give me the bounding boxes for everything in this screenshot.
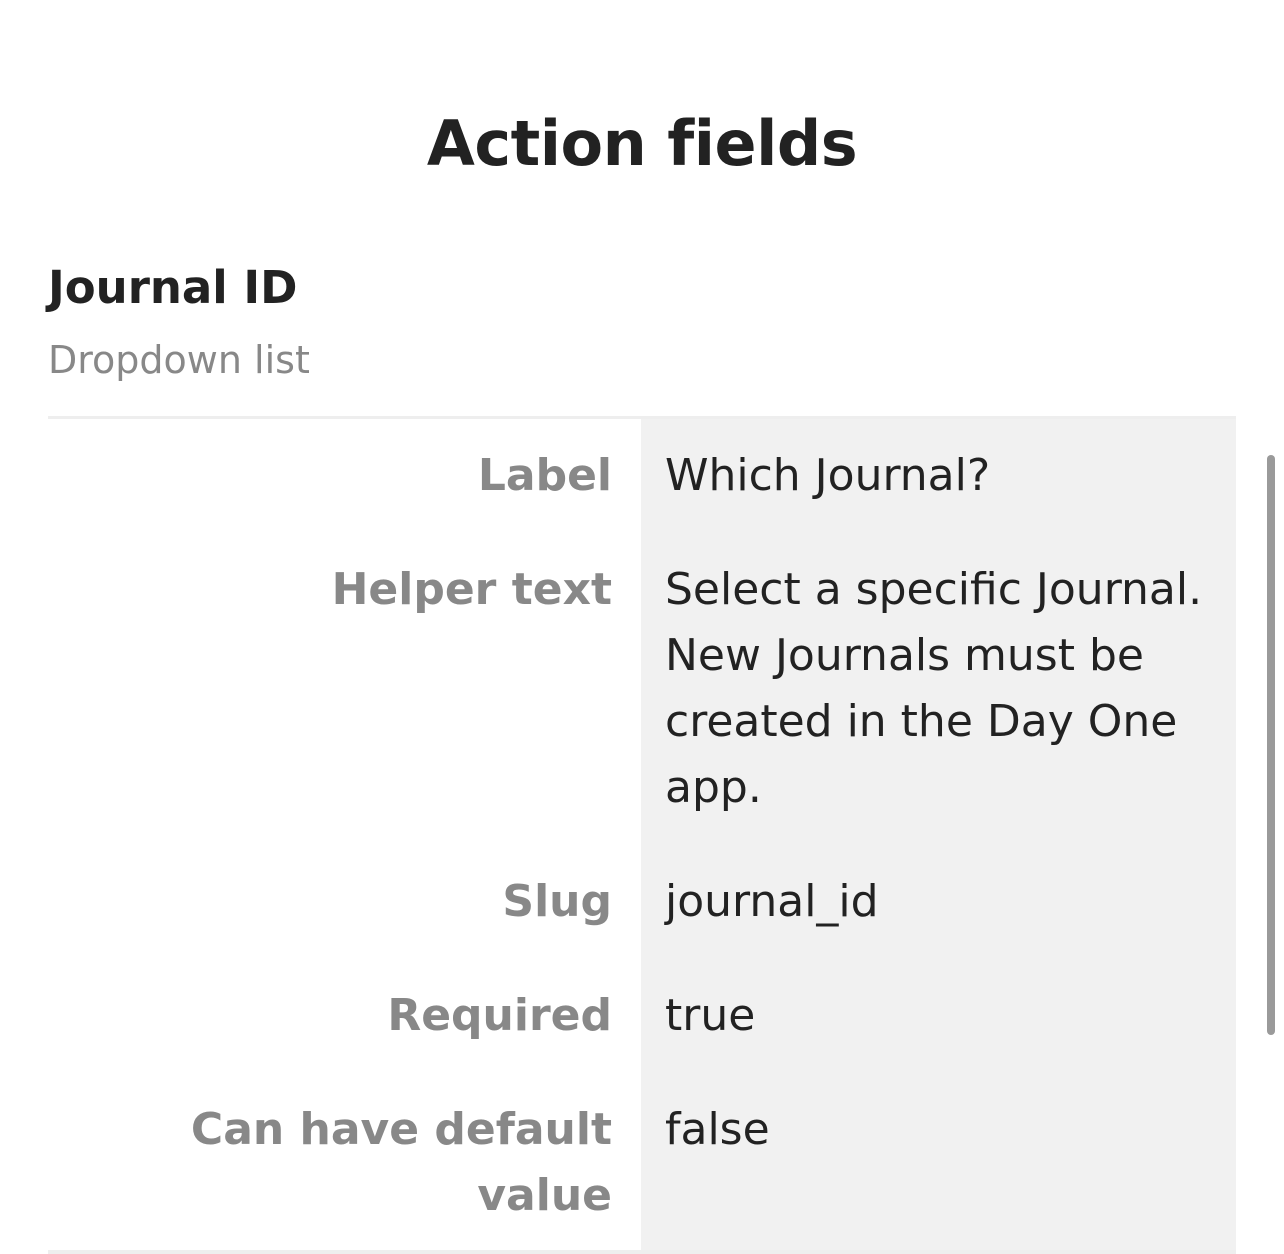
detail-key: Helper text [331,564,612,615]
field-details-table: Label Which Journal? Helper text Select … [48,416,1236,1253]
detail-value: Select a specific Journal. New Journals … [641,533,1236,845]
detail-key: Slug [502,876,612,927]
detail-row-required: Required true [48,959,1236,1073]
scrollbar[interactable] [1267,455,1275,1035]
detail-value: true [641,959,1236,1073]
field-type: Dropdown list [48,338,310,382]
detail-value: false [641,1073,1236,1253]
detail-key: Can have default value [190,1104,612,1221]
detail-row-label: Label Which Journal? [48,419,1236,533]
table-bottom-divider [48,1250,1236,1254]
field-name: Journal ID [48,261,298,314]
detail-value: Which Journal? [641,419,1236,533]
detail-value: journal_id [641,845,1236,959]
page-title: Action fields [426,107,858,180]
detail-row-helper-text: Helper text Select a specific Journal. N… [48,533,1236,845]
detail-key: Required [387,990,612,1041]
detail-key: Label [477,450,612,501]
detail-row-default-value: Can have default value false [48,1073,1236,1253]
detail-row-slug: Slug journal_id [48,845,1236,959]
